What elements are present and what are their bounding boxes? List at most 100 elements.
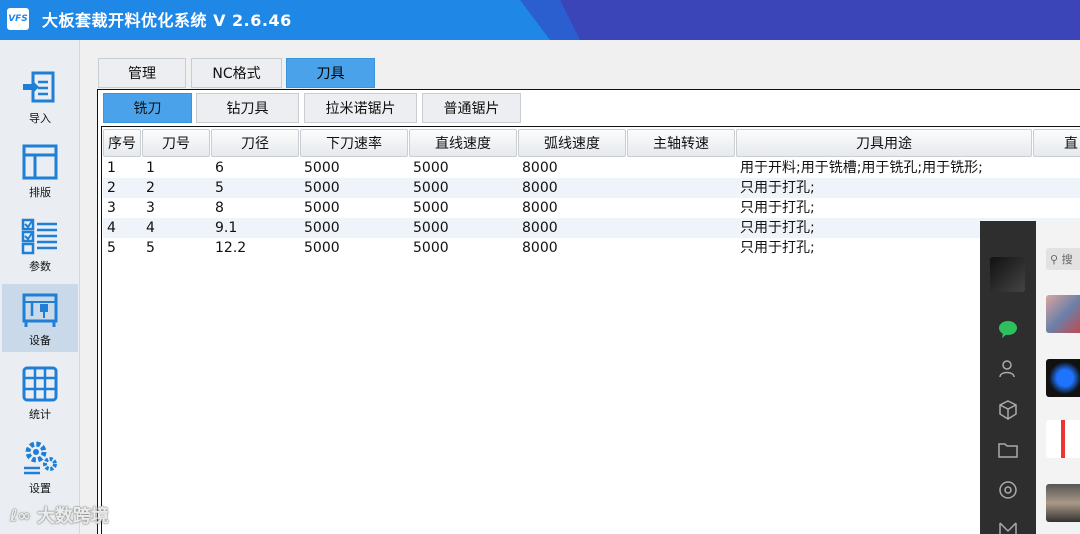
chat-search-input[interactable]: ⚲ 搜 — [1046, 248, 1080, 270]
chat-icon[interactable] — [997, 318, 1019, 340]
chat-contact-avatar[interactable] — [1046, 420, 1080, 458]
column-header-tool-diameter[interactable]: 刀径 — [211, 129, 299, 157]
moments-icon[interactable] — [997, 479, 1019, 501]
tab-management[interactable]: 管理 — [98, 58, 186, 88]
table-header: 序号 刀号 刀径 下刀速率 直线速度 弧线速度 主轴转速 刀具用途 直 — [103, 129, 1080, 157]
sidebar-item-parameters[interactable]: 参数 — [2, 210, 78, 278]
cell-spindle-speed — [627, 158, 735, 178]
tab-drill-tools[interactable]: 钻刀具 — [196, 93, 299, 123]
column-header-tool-usage[interactable]: 刀具用途 — [736, 129, 1032, 157]
table-row[interactable]: 2 2 5 5000 5000 8000 只用于打孔; — [103, 178, 1080, 198]
column-header-index[interactable]: 序号 — [103, 129, 141, 157]
user-avatar[interactable] — [990, 257, 1025, 292]
sidebar-item-label: 参数 — [29, 260, 51, 273]
column-header-linear-speed[interactable]: 直线速度 — [409, 129, 517, 157]
folder-icon[interactable] — [997, 439, 1019, 461]
sidebar-item-label: 导入 — [29, 112, 51, 125]
cell-tool-usage: 只用于打孔; — [740, 180, 815, 196]
tab-tools[interactable]: 刀具 — [286, 58, 375, 88]
sidebar-item-label: 排版 — [29, 186, 51, 199]
column-header-truncated[interactable]: 直 — [1033, 129, 1080, 157]
mail-icon[interactable] — [997, 519, 1019, 534]
cell-index: 3 — [107, 200, 116, 216]
sidebar-item-layout[interactable]: 排版 — [2, 136, 78, 204]
cell-tool-usage: 用于开料;用于铣槽;用于铣孔;用于铣形; — [740, 160, 983, 176]
sidebar-item-label: 统计 — [29, 408, 51, 421]
cell-tool-diameter: 5 — [215, 180, 224, 196]
cell-spindle-speed — [627, 238, 735, 258]
sidebar-item-settings[interactable]: 设置 — [2, 432, 78, 500]
cell-plunge-rate: 5000 — [304, 180, 340, 196]
title-bar: VFS 大板套裁开料优化系统 V 2.6.46 — [0, 0, 1080, 40]
cell-plunge-rate: 5000 — [304, 200, 340, 216]
cell-arc-speed: 8000 — [522, 160, 558, 176]
cell-tool-diameter: 6 — [215, 160, 224, 176]
chat-app-window: ⚲ 搜 — [980, 221, 1080, 534]
column-header-spindle-speed[interactable]: 主轴转速 — [627, 129, 735, 157]
tab-milling-cutter[interactable]: 铣刀 — [103, 93, 192, 123]
cell-tool-number: 5 — [146, 240, 155, 256]
column-header-tool-number[interactable]: 刀号 — [142, 129, 210, 157]
table-row[interactable]: 4 4 9.1 5000 5000 8000 只用于打孔; — [103, 218, 1080, 238]
cell-arc-speed: 8000 — [522, 220, 558, 236]
cell-index: 1 — [107, 160, 116, 176]
tool-table: 序号 刀号 刀径 下刀速率 直线速度 弧线速度 主轴转速 刀具用途 直 1 1 … — [101, 126, 1080, 534]
cell-tool-number: 1 — [146, 160, 155, 176]
app-logo: VFS — [7, 8, 29, 30]
chat-sidebar — [980, 221, 1036, 534]
column-header-plunge-rate[interactable]: 下刀速率 — [300, 129, 408, 157]
cell-tool-diameter: 8 — [215, 200, 224, 216]
cell-spindle-speed — [627, 218, 735, 238]
chat-contact-avatar[interactable] — [1046, 359, 1080, 397]
favorites-cube-icon[interactable] — [997, 399, 1019, 421]
statistics-icon — [22, 366, 58, 402]
app-title: 大板套裁开料优化系统 V 2.6.46 — [42, 11, 292, 30]
title-bar-decoration-dark — [560, 0, 1080, 40]
sidebar-item-import[interactable]: 导入 — [2, 62, 78, 130]
cell-spindle-speed — [627, 178, 735, 198]
chat-contact-avatar[interactable] — [1046, 295, 1080, 333]
cell-index: 4 — [107, 220, 116, 236]
import-icon — [23, 71, 55, 103]
cell-plunge-rate: 5000 — [304, 240, 340, 256]
cell-tool-number: 4 — [146, 220, 155, 236]
table-row[interactable]: 3 3 8 5000 5000 8000 只用于打孔; — [103, 198, 1080, 218]
cell-plunge-rate: 5000 — [304, 160, 340, 176]
chat-contact-avatar[interactable] — [1046, 484, 1080, 522]
cell-linear-speed: 5000 — [413, 240, 449, 256]
cell-linear-speed: 5000 — [413, 200, 449, 216]
cell-arc-speed: 8000 — [522, 180, 558, 196]
device-icon — [22, 293, 58, 327]
search-placeholder: 搜 — [1061, 253, 1073, 266]
table-row[interactable]: 1 1 6 5000 5000 8000 用于开料;用于铣槽;用于铣孔;用于铣形… — [103, 158, 1080, 178]
sidebar-item-device[interactable]: 设备 — [2, 284, 78, 352]
tab-lamello-saw[interactable]: 拉米诺锯片 — [304, 93, 417, 123]
cell-plunge-rate: 5000 — [304, 220, 340, 236]
chat-list: ⚲ 搜 — [1036, 221, 1080, 534]
cell-spindle-speed — [627, 198, 735, 218]
cell-tool-usage: 只用于打孔; — [740, 200, 815, 216]
cell-linear-speed: 5000 — [413, 180, 449, 196]
sidebar: 导入 排版 参数 设备 统计 设置 — [0, 40, 80, 534]
tab-nc-format[interactable]: NC格式 — [191, 58, 282, 88]
watermark: ℓ∞ 大数跨境 — [10, 502, 109, 528]
cell-arc-speed: 8000 — [522, 200, 558, 216]
cell-linear-speed: 5000 — [413, 220, 449, 236]
cell-tool-number: 3 — [146, 200, 155, 216]
settings-icon — [24, 441, 57, 475]
tab-standard-saw[interactable]: 普通锯片 — [422, 93, 521, 123]
watermark-logo-icon: ℓ∞ — [10, 505, 31, 525]
watermark-text: 大数跨境 — [36, 506, 109, 527]
table-row[interactable]: 5 5 12.2 5000 5000 8000 只用于打孔; — [103, 238, 1080, 258]
cell-index: 5 — [107, 240, 116, 256]
column-header-arc-speed[interactable]: 弧线速度 — [518, 129, 626, 157]
cell-tool-diameter: 12.2 — [215, 240, 247, 256]
contacts-icon[interactable] — [997, 358, 1019, 380]
sidebar-item-label: 设置 — [29, 482, 51, 495]
cell-index: 2 — [107, 180, 116, 196]
sidebar-item-label: 设备 — [29, 334, 51, 347]
cell-tool-diameter: 9.1 — [215, 220, 238, 236]
sidebar-item-statistics[interactable]: 统计 — [2, 358, 78, 426]
cell-tool-number: 2 — [146, 180, 155, 196]
layout-icon — [22, 144, 58, 180]
